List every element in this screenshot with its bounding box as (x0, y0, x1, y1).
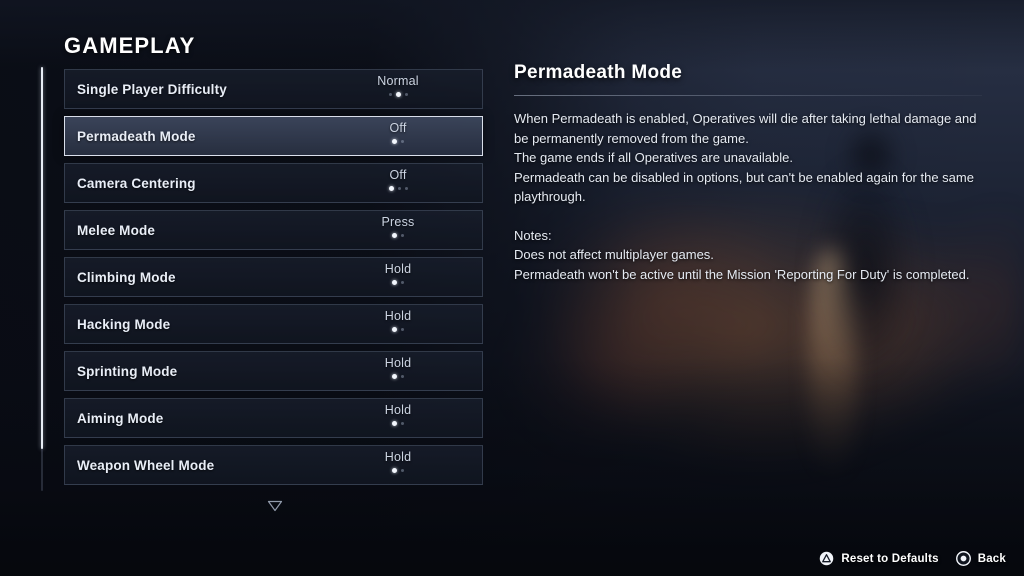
settings-row-value: Hold (384, 403, 412, 417)
settings-row[interactable]: Melee Mode Press (64, 210, 483, 250)
footer-button-prompts: Reset to Defaults Back (819, 551, 1006, 566)
settings-row-label: Aiming Mode (77, 410, 164, 426)
footer-prompt-label: Back (977, 552, 1006, 565)
settings-row-value: Hold (384, 450, 412, 464)
settings-row[interactable]: Hacking Mode Hold (64, 304, 483, 344)
settings-row-dot-indicator (392, 280, 404, 285)
settings-row-dot-indicator (392, 421, 404, 426)
scroll-down-triangle-icon[interactable] (267, 500, 283, 512)
settings-row-value-group: Hold (338, 356, 458, 379)
playstation-triangle-button-icon (819, 551, 834, 566)
settings-row-value: Press (381, 215, 415, 229)
settings-row-dot-indicator (392, 327, 404, 332)
dot-active (392, 421, 397, 426)
detail-spacer (514, 207, 982, 226)
settings-scrollbar-track[interactable] (41, 67, 43, 491)
dot-active (392, 468, 397, 473)
detail-divider (514, 95, 982, 96)
settings-row-value: Normal (377, 74, 419, 88)
settings-row-value-group: Press (338, 215, 458, 238)
settings-row-dot-indicator (392, 233, 404, 238)
settings-row-value: Off (389, 121, 407, 135)
dot-active (392, 327, 397, 332)
settings-row[interactable]: Sprinting Mode Hold (64, 351, 483, 391)
settings-row-label: Weapon Wheel Mode (77, 457, 215, 473)
playstation-circle-button-icon (955, 551, 971, 566)
dot-active (392, 280, 397, 285)
settings-row-value-group: Off (338, 168, 458, 191)
dot-inactive (401, 281, 404, 284)
dot-inactive (401, 328, 404, 331)
settings-scrollbar-thumb[interactable] (41, 67, 43, 449)
footer-prompt[interactable]: Reset to Defaults (819, 551, 939, 566)
settings-row-label: Sprinting Mode (77, 363, 178, 379)
settings-row-value-group: Hold (338, 450, 458, 473)
settings-row[interactable]: Weapon Wheel Mode Hold (64, 445, 483, 485)
dot-active (395, 92, 401, 97)
settings-row[interactable]: Permadeath Mode Off (64, 116, 483, 156)
dot-inactive (401, 234, 404, 237)
settings-row[interactable]: Single Player Difficulty Normal (64, 69, 483, 109)
dot-inactive (388, 93, 392, 96)
footer-prompt-label: Reset to Defaults (841, 552, 939, 565)
settings-row[interactable]: Climbing Mode Hold (64, 257, 483, 297)
settings-row-dot-indicator (392, 374, 404, 379)
dot-active (392, 374, 397, 379)
settings-row-value: Hold (384, 356, 412, 370)
settings-row[interactable]: Aiming Mode Hold (64, 398, 483, 438)
settings-row-value-group: Normal (338, 74, 458, 97)
dot-inactive (401, 422, 404, 425)
dot-inactive (397, 187, 401, 190)
dot-inactive (404, 187, 408, 190)
settings-row-value: Off (389, 168, 407, 182)
settings-row-label: Climbing Mode (77, 269, 176, 285)
settings-row-value-group: Off (338, 121, 458, 144)
detail-notes: Notes: Does not affect multiplayer games… (514, 227, 970, 282)
settings-row-dot-indicator (388, 186, 408, 191)
detail-description: When Permadeath is enabled, Operatives w… (514, 111, 977, 204)
dot-active (392, 139, 397, 144)
dot-inactive (401, 375, 404, 378)
dot-inactive (401, 469, 404, 472)
settings-row-dot-indicator (392, 139, 404, 144)
detail-title: Permadeath Mode (514, 62, 683, 83)
dot-active (392, 233, 397, 238)
settings-row-value: Hold (384, 262, 412, 276)
settings-row-label: Camera Centering (77, 175, 196, 191)
settings-row-dot-indicator (388, 92, 408, 97)
game-settings-screen: GAMEPLAY Single Player Difficulty Normal P… (0, 0, 1024, 576)
settings-row-value-group: Hold (338, 403, 458, 426)
detail-panel: Permadeath Mode When Permadeath is enabl… (514, 62, 982, 284)
dot-active (388, 186, 394, 191)
settings-row-value-group: Hold (338, 309, 458, 332)
settings-row-label: Hacking Mode (77, 316, 171, 332)
settings-row[interactable]: Camera Centering Off (64, 163, 483, 203)
settings-row-value-group: Hold (338, 262, 458, 285)
settings-row-dot-indicator (392, 468, 404, 473)
dot-inactive (404, 93, 408, 96)
settings-row-label: Permadeath Mode (77, 128, 196, 144)
settings-row-value: Hold (384, 309, 412, 323)
dot-inactive (401, 140, 404, 143)
page-title: GAMEPLAY (64, 33, 196, 58)
settings-row-label: Single Player Difficulty (77, 81, 227, 97)
settings-list: Single Player Difficulty Normal Permadeath… (64, 69, 483, 492)
settings-row-label: Melee Mode (77, 222, 156, 238)
footer-prompt[interactable]: Back (955, 551, 1006, 566)
